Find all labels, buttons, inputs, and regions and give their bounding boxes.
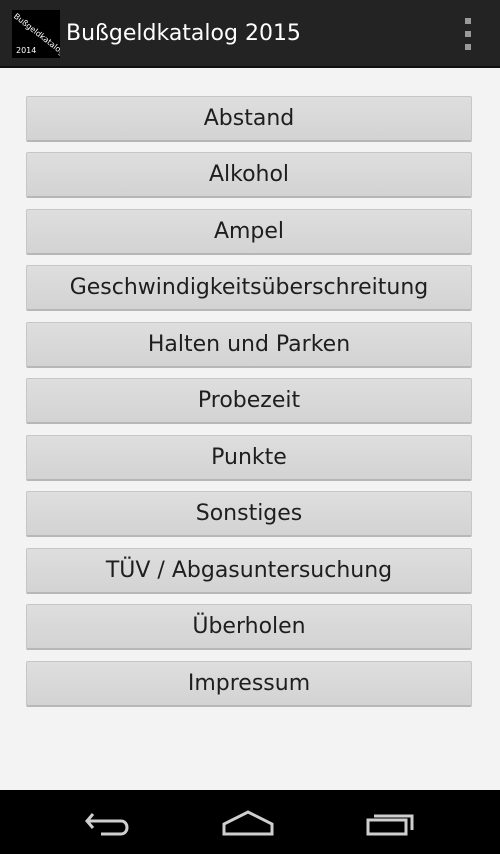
app-title: Bußgeldkatalog 2015 xyxy=(66,21,301,46)
overflow-dot xyxy=(465,18,471,24)
recent-apps-glyph xyxy=(366,814,414,836)
overflow-dot xyxy=(465,44,471,50)
app-logo-icon[interactable]: Bußgeldkatalog 2014 xyxy=(12,10,60,58)
menu-button-impressum[interactable]: Impressum xyxy=(26,661,472,707)
menu-button-tuev[interactable]: TÜV / Abgasuntersuchung xyxy=(26,548,472,594)
home-glyph xyxy=(222,810,274,836)
action-bar: Bußgeldkatalog 2014 Bußgeldkatalog 2015 xyxy=(0,0,500,68)
app-logo-year: 2014 xyxy=(16,46,37,55)
menu-button-geschwindigkeit[interactable]: Geschwindigkeitsüberschreitung xyxy=(26,265,472,311)
menu-list: Abstand Alkohol Ampel Geschwindigkeitsüb… xyxy=(0,70,500,790)
menu-button-halten-parken[interactable]: Halten und Parken xyxy=(26,322,472,368)
menu-button-alkohol[interactable]: Alkohol xyxy=(26,152,472,198)
recent-apps-icon[interactable] xyxy=(360,804,420,840)
menu-button-punkte[interactable]: Punkte xyxy=(26,435,472,481)
overflow-menu-icon[interactable] xyxy=(462,18,474,50)
menu-button-abstand[interactable]: Abstand xyxy=(26,96,472,142)
back-icon[interactable] xyxy=(79,804,139,840)
back-glyph xyxy=(85,813,129,836)
overflow-dot xyxy=(465,31,471,37)
home-icon[interactable] xyxy=(218,804,278,840)
menu-button-probezeit[interactable]: Probezeit xyxy=(26,378,472,424)
menu-button-ueberholen[interactable]: Überholen xyxy=(26,604,472,650)
menu-button-ampel[interactable]: Ampel xyxy=(26,209,472,255)
menu-button-sonstiges[interactable]: Sonstiges xyxy=(26,491,472,537)
system-nav-bar xyxy=(0,790,500,854)
